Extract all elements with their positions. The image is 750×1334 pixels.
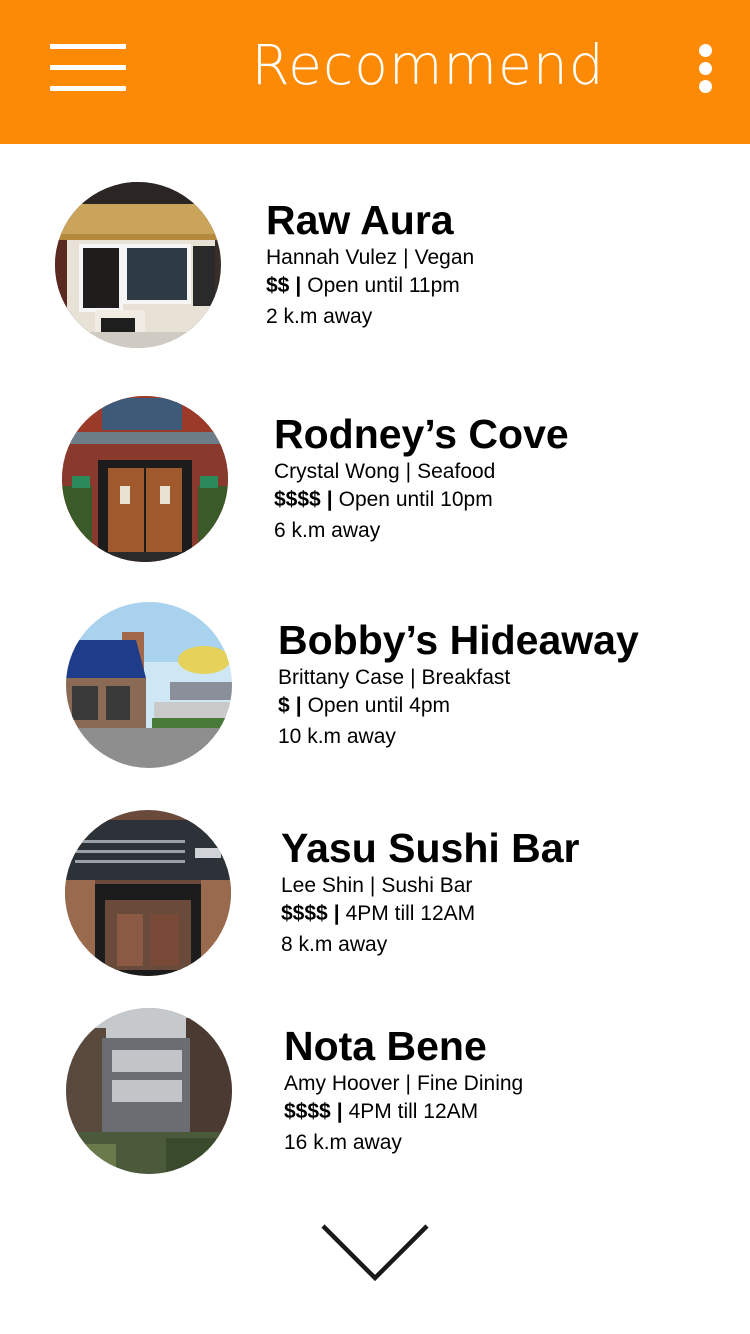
cuisine-type: Fine Dining [417, 1072, 524, 1095]
owner-name: Lee Shin [281, 874, 364, 897]
separator: | [326, 488, 333, 511]
restaurant-item-yasu-sushi-bar[interactable]: Yasu Sushi Bar Lee Shin | Sushi Bar $$$$ | 4… [65, 810, 750, 990]
app-header: Recommend [0, 0, 750, 144]
menu-bar [50, 65, 126, 70]
hamburger-menu-icon[interactable] [50, 44, 126, 92]
price-hours: $$$$ | 4PM till 12AM [281, 900, 580, 928]
distance: 2 k.m away [266, 305, 373, 328]
restaurant-info: Raw Aura Hannah Vulez | Vegan $$ | Open unti… [266, 196, 474, 331]
owner-cuisine: Lee Shin | Sushi Bar [281, 872, 580, 900]
owner-name: Hannah Vulez [266, 246, 398, 269]
separator: | [369, 874, 376, 897]
price-hours: $$$$ | Open until 10pm [274, 486, 569, 514]
cuisine-type: Sushi Bar [381, 874, 473, 897]
restaurant-info: Nota Bene Amy Hoover | Fine Dining $$$$ | 4P… [284, 1022, 523, 1157]
dot [699, 80, 712, 93]
cuisine-type: Vegan [414, 246, 475, 269]
restaurant-info: Bobby’s Hideaway Brittany Case | Breakfast… [278, 616, 639, 751]
price-level: $ [278, 694, 290, 717]
restaurant-name: Raw Aura [266, 197, 454, 243]
restaurant-photo [55, 182, 221, 348]
restaurant-name: Rodney’s Cove [274, 411, 569, 457]
owner-cuisine: Crystal Wong | Seafood [274, 458, 569, 486]
menu-bar [50, 86, 126, 91]
page-title: Recommend [251, 33, 605, 97]
owner-cuisine: Amy Hoover | Fine Dining [284, 1070, 523, 1098]
restaurant-photo [62, 396, 228, 562]
restaurant-name: Bobby’s Hideaway [278, 617, 639, 663]
separator: | [295, 694, 302, 717]
owner-name: Brittany Case [278, 666, 405, 689]
separator: | [405, 460, 412, 483]
restaurant-item-raw-aura[interactable]: Raw Aura Hannah Vulez | Vegan $$ | Open unti… [55, 182, 750, 362]
restaurant-info: Rodney’s Cove Crystal Wong | Seafood $$$$ |… [274, 410, 569, 545]
vertical-dots-icon[interactable] [692, 42, 720, 96]
cuisine-type: Breakfast [421, 666, 511, 689]
owner-cuisine: Hannah Vulez | Vegan [266, 244, 474, 272]
chevron-down-icon[interactable] [320, 1222, 430, 1284]
distance: 8 k.m away [281, 933, 388, 956]
price-level: $$$$ [281, 902, 328, 925]
price-hours: $ | Open until 4pm [278, 692, 639, 720]
restaurant-name: Yasu Sushi Bar [281, 825, 580, 871]
menu-bar [50, 44, 126, 49]
owner-name: Crystal Wong [274, 460, 400, 483]
opening-hours: Open until 11pm [307, 274, 460, 297]
price-hours: $$$$ | 4PM till 12AM [284, 1098, 523, 1126]
distance: 6 k.m away [274, 519, 381, 542]
opening-hours: Open until 10pm [338, 488, 493, 511]
restaurant-name: Nota Bene [284, 1023, 487, 1069]
restaurant-info: Yasu Sushi Bar Lee Shin | Sushi Bar $$$$ | 4… [281, 824, 580, 959]
restaurant-photo [66, 602, 232, 768]
separator: | [405, 1072, 411, 1095]
price-level: $$$$ [274, 488, 321, 511]
opening-hours: 4PM till 12AM [345, 902, 476, 925]
separator: | [336, 1100, 343, 1123]
owner-cuisine: Brittany Case | Breakfast [278, 664, 639, 692]
opening-hours: 4PM till 12AM [348, 1100, 479, 1123]
distance: 10 k.m away [278, 725, 396, 748]
price-hours: $$ | Open until 11pm [266, 272, 474, 300]
dot [699, 44, 712, 57]
opening-hours: Open until 4pm [307, 694, 450, 717]
restaurant-item-nota-bene[interactable]: Nota Bene Amy Hoover | Fine Dining $$$$ | 4P… [66, 1008, 750, 1188]
restaurant-item-rodneys-cove[interactable]: Rodney’s Cove Crystal Wong | Seafood $$$$ |… [62, 396, 750, 576]
separator: | [295, 274, 302, 297]
cuisine-type: Seafood [417, 460, 496, 483]
price-level: $$ [266, 274, 290, 297]
restaurant-photo [66, 1008, 232, 1174]
owner-name: Amy Hoover [284, 1072, 400, 1095]
separator: | [403, 246, 409, 269]
separator: | [333, 902, 340, 925]
dot [699, 62, 712, 75]
restaurant-item-bobbys-hideaway[interactable]: Bobby’s Hideaway Brittany Case | Breakfast… [66, 602, 750, 782]
price-level: $$$$ [284, 1100, 331, 1123]
distance: 16 k.m away [284, 1131, 402, 1154]
separator: | [410, 666, 416, 689]
restaurant-photo [65, 810, 231, 976]
